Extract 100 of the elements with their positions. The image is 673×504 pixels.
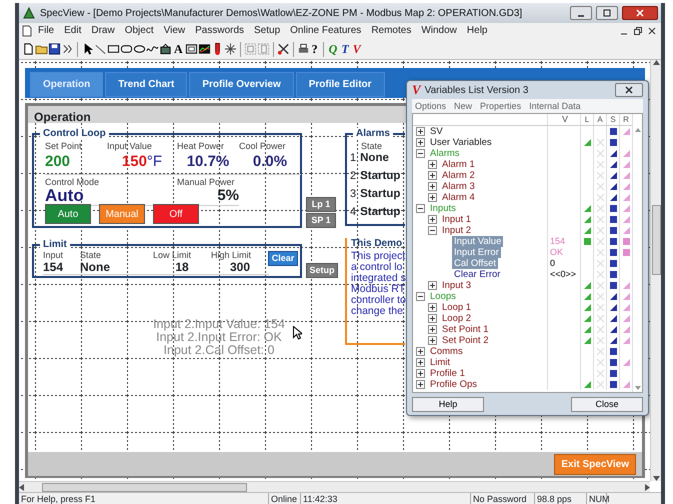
menu-item[interactable]: File bbox=[33, 24, 60, 38]
restore-icon[interactable] bbox=[633, 26, 643, 36]
tree-item[interactable]: Alarm 2 bbox=[440, 170, 477, 181]
asterisk-icon[interactable] bbox=[224, 42, 237, 56]
cross-tool-icon[interactable] bbox=[276, 42, 290, 56]
close-button[interactable] bbox=[622, 6, 658, 20]
tree-item[interactable]: Set Point 1 bbox=[440, 324, 490, 335]
tree-item[interactable]: Loop 2 bbox=[440, 313, 474, 324]
menu-item[interactable]: Remotes bbox=[366, 24, 416, 38]
expand-icon[interactable] bbox=[428, 171, 437, 180]
tree-item[interactable]: Inputs bbox=[428, 203, 458, 214]
mode-button[interactable]: Off bbox=[153, 204, 199, 224]
collapse-icon[interactable] bbox=[428, 226, 437, 235]
tree-item[interactable]: Alarms bbox=[428, 148, 462, 159]
tree-item[interactable]: Clear Error bbox=[452, 269, 502, 280]
tree-item[interactable]: Limit bbox=[428, 357, 452, 368]
menu-item[interactable]: Window bbox=[416, 24, 462, 38]
menu-item[interactable]: Help bbox=[462, 24, 492, 38]
field-icon[interactable] bbox=[184, 42, 198, 56]
expand-icon[interactable] bbox=[416, 369, 425, 378]
tab[interactable]: Trend Chart bbox=[105, 72, 188, 97]
menu-item[interactable]: Passwords bbox=[190, 24, 250, 38]
save-icon[interactable] bbox=[48, 42, 61, 56]
collapse-icon[interactable] bbox=[416, 149, 425, 158]
tree-item[interactable]: Profile Ops bbox=[428, 379, 479, 390]
close-icon[interactable] bbox=[647, 26, 657, 36]
mode-button[interactable]: Auto bbox=[45, 204, 91, 224]
close-button[interactable] bbox=[615, 83, 643, 97]
expand-icon[interactable] bbox=[428, 215, 437, 224]
vertical-scrollbar[interactable] bbox=[650, 60, 661, 481]
chart-icon[interactable] bbox=[198, 42, 211, 56]
horizontal-scrollbar[interactable] bbox=[19, 481, 650, 492]
menu-item[interactable]: New bbox=[454, 100, 472, 112]
menu-item[interactable]: Edit bbox=[59, 24, 86, 38]
column-header[interactable]: R bbox=[619, 114, 632, 125]
scroll-thumb[interactable] bbox=[652, 205, 660, 275]
expand-icon[interactable] bbox=[416, 358, 425, 367]
menu-item[interactable]: Object bbox=[120, 24, 159, 38]
up-arrow-icon[interactable] bbox=[652, 60, 660, 65]
menu-item[interactable]: Options bbox=[415, 100, 446, 112]
tree-item[interactable]: Loops bbox=[428, 291, 458, 302]
expand-icon[interactable] bbox=[428, 314, 437, 323]
menu-item[interactable]: Draw bbox=[86, 24, 120, 38]
column-header[interactable]: L bbox=[580, 114, 593, 125]
down-arrow-icon[interactable] bbox=[652, 476, 660, 481]
column-header[interactable]: S bbox=[606, 114, 619, 125]
tree-item[interactable]: Loop 1 bbox=[440, 302, 474, 313]
tree-item[interactable]: Alarm 1 bbox=[440, 159, 477, 170]
chevrons-icon[interactable] bbox=[61, 42, 74, 56]
tree-item[interactable]: User Variables bbox=[428, 137, 494, 148]
tab[interactable]: Profile Editor bbox=[296, 72, 385, 97]
tree-item[interactable]: Alarm 3 bbox=[440, 181, 477, 192]
up-arrow-icon[interactable] bbox=[634, 128, 640, 132]
tree-item[interactable]: Profile 1 bbox=[428, 368, 467, 379]
toolbar-button[interactable]: A bbox=[172, 42, 185, 56]
tree-item[interactable]: Input 3 bbox=[440, 280, 474, 291]
tree-item[interactable]: SV bbox=[428, 126, 445, 137]
menu-item[interactable]: Internal Data bbox=[529, 100, 581, 112]
column-header[interactable]: A bbox=[593, 114, 606, 125]
maximize-button[interactable] bbox=[596, 6, 618, 20]
collapse-icon[interactable] bbox=[416, 204, 425, 213]
toolbar-button[interactable]: V bbox=[350, 42, 363, 56]
tree-item[interactable]: Input 2 bbox=[440, 225, 474, 236]
left-arrow-icon[interactable] bbox=[19, 484, 24, 490]
column-header[interactable]: V bbox=[547, 114, 580, 125]
expand-icon[interactable] bbox=[428, 336, 437, 345]
expand-icon[interactable] bbox=[416, 138, 425, 147]
toolbar-button[interactable]: Q bbox=[326, 42, 340, 56]
new-file-icon[interactable] bbox=[22, 42, 35, 56]
expand-icon[interactable] bbox=[416, 380, 425, 389]
menu-item[interactable]: View bbox=[158, 24, 190, 38]
tree-item[interactable]: Input 1 bbox=[440, 214, 474, 225]
tab[interactable]: Profile Overview bbox=[189, 72, 294, 97]
menu-item[interactable]: Properties bbox=[480, 100, 522, 112]
loop-button[interactable]: Lp 1 bbox=[306, 197, 336, 212]
tree-item[interactable]: Comms bbox=[428, 346, 465, 357]
list-scrollbar[interactable] bbox=[632, 114, 642, 392]
expand-icon[interactable] bbox=[428, 182, 437, 191]
dialog-button[interactable]: Help bbox=[412, 397, 484, 412]
dialog-button[interactable]: Close bbox=[571, 397, 643, 412]
expand-icon[interactable] bbox=[428, 160, 437, 169]
scroll-thumb[interactable] bbox=[42, 482, 247, 492]
expand-icon[interactable] bbox=[428, 193, 437, 202]
tree-item[interactable]: Alarm 4 bbox=[440, 192, 477, 203]
expand-icon[interactable] bbox=[428, 281, 437, 290]
toolbar-button[interactable]: ? bbox=[310, 42, 320, 56]
tree-item[interactable]: Set Point 2 bbox=[440, 335, 490, 346]
toolbar-button[interactable]: T bbox=[339, 42, 351, 56]
menu-item[interactable]: Setup bbox=[249, 24, 286, 38]
menu-item[interactable]: Online Features bbox=[285, 24, 366, 38]
expand-icon[interactable] bbox=[428, 325, 437, 334]
right-arrow-icon[interactable] bbox=[645, 484, 650, 490]
setup-button[interactable]: Setup bbox=[306, 263, 338, 278]
loop-button[interactable]: SP 1 bbox=[306, 213, 336, 228]
expand-icon[interactable] bbox=[416, 127, 425, 136]
clear-button[interactable]: Clear bbox=[268, 251, 298, 266]
expand-icon[interactable] bbox=[428, 303, 437, 312]
line-icon[interactable] bbox=[94, 42, 107, 56]
down-arrow-icon[interactable] bbox=[634, 386, 640, 390]
collapse-icon[interactable] bbox=[416, 292, 425, 301]
